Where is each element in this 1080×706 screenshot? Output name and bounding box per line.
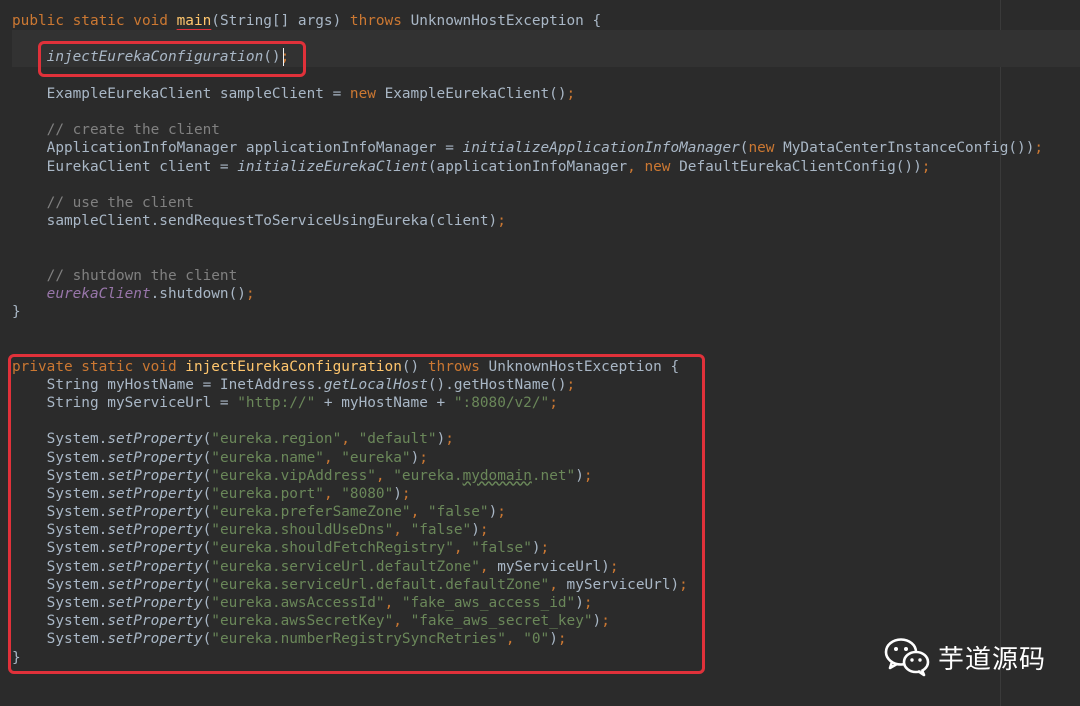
- code-token: ;: [497, 213, 506, 230]
- code-token: main: [176, 13, 212, 29]
- code-token: initializeEurekaClient: [237, 158, 428, 175]
- code-line[interactable]: EurekaClient client = initializeEurekaCl…: [12, 158, 1080, 176]
- code-token: EurekaClient client =: [12, 158, 238, 175]
- code-line[interactable]: public static void main(String[] args) t…: [12, 12, 1080, 30]
- code-line[interactable]: }: [12, 303, 1080, 321]
- code-token: ExampleEurekaClient(): [384, 85, 567, 102]
- code-token: public static void: [12, 13, 177, 29]
- code-line[interactable]: // shutdown the client: [12, 267, 1080, 285]
- code-token: eurekaClient: [46, 285, 151, 302]
- code-token: // shutdown the client: [12, 267, 238, 284]
- code-token: throws: [349, 13, 411, 29]
- code-token: .shutdown(): [150, 285, 246, 302]
- code-line[interactable]: [12, 321, 1080, 339]
- code-token: new: [748, 140, 784, 157]
- code-line[interactable]: [12, 176, 1080, 194]
- code-line[interactable]: [12, 248, 1080, 266]
- code-token: // use the client: [12, 194, 194, 211]
- watermark: 芋道源码: [884, 634, 1046, 680]
- code-token: ;: [245, 285, 255, 302]
- code-line[interactable]: [12, 103, 1080, 121]
- code-line[interactable]: // use the client: [12, 194, 1080, 212]
- wechat-icon: [884, 638, 930, 677]
- code-token: ApplicationInfoManager applicationInfoMa…: [12, 140, 463, 157]
- code-token: new: [349, 85, 385, 102]
- code-token: // create the client: [12, 122, 220, 139]
- highlight-box-inject-method: [8, 354, 705, 674]
- code-editor[interactable]: public static void main(String[] args) t…: [0, 0, 1080, 706]
- code-token: ExampleEurekaClient sampleClient =: [12, 85, 350, 102]
- code-line[interactable]: eurekaClient.shutdown();: [12, 285, 1080, 303]
- code-token: ;: [566, 85, 576, 102]
- highlight-box-inject-call: [38, 41, 306, 77]
- code-token: }: [12, 304, 21, 320]
- code-line[interactable]: ExampleEurekaClient sampleClient = new E…: [12, 85, 1080, 103]
- code-line[interactable]: ApplicationInfoManager applicationInfoMa…: [12, 139, 1080, 157]
- code-token: UnknownHostException {: [410, 13, 602, 29]
- watermark-text: 芋道源码: [938, 644, 1047, 675]
- code-token: sampleClient.sendRequestToServiceUsingEu…: [12, 213, 498, 230]
- code-token: ;: [1034, 140, 1044, 157]
- code-token: , new: [627, 158, 680, 175]
- code-token: DefaultEurekaClientConfig()): [679, 158, 922, 175]
- code-token: ;: [921, 158, 931, 175]
- code-line[interactable]: [12, 230, 1080, 248]
- code-line[interactable]: // create the client: [12, 121, 1080, 139]
- code-token: MyDataCenterInstanceConfig()): [783, 140, 1035, 157]
- code-token: (String[] args): [211, 13, 350, 29]
- code-token: (applicationInfoManager: [427, 158, 628, 175]
- code-token: initializeApplicationInfoManager: [462, 140, 740, 157]
- code-line[interactable]: sampleClient.sendRequestToServiceUsingEu…: [12, 212, 1080, 230]
